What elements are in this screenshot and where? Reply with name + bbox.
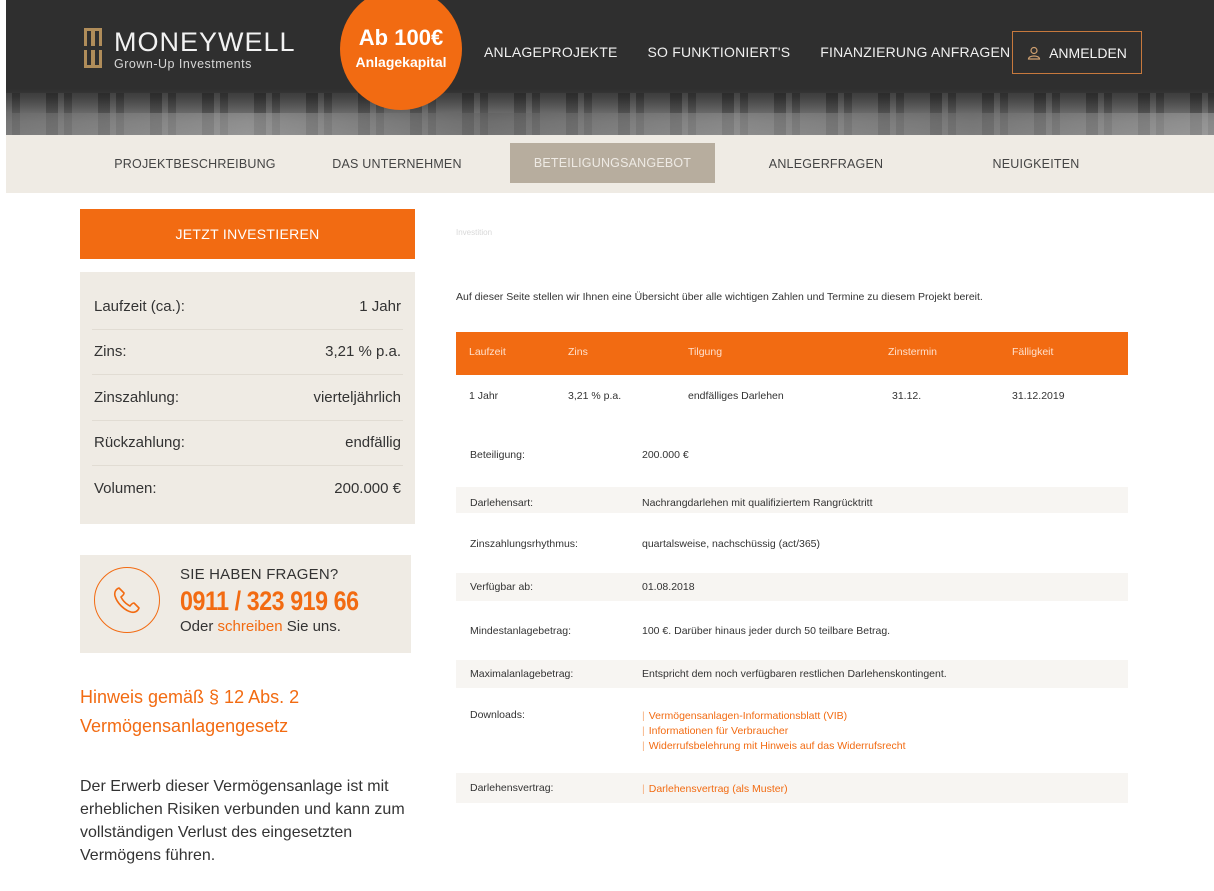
tab-neuigkeiten[interactable]: NEUIGKEITEN	[986, 135, 1086, 193]
table-cell: 31.12.	[892, 390, 922, 402]
detail-row-downloads: Downloads: | Vermögensanlagen-Information…	[456, 709, 1128, 759]
nav-so-funktionierts[interactable]: SO FUNKTIONIERT'S	[648, 44, 791, 60]
fact-row: Zins: 3,21 % p.a.	[92, 330, 403, 375]
fact-label: Laufzeit (ca.):	[94, 297, 185, 315]
legal-notice-title: Hinweis gemäß § 12 Abs. 2 Vermögensanlag…	[80, 687, 300, 736]
write-us-link[interactable]: schreiben	[218, 618, 283, 635]
detail-row: Beteiligung: 200.000 €	[456, 449, 1128, 469]
legal-notice-body: Der Erwerb dieser Vermögensanlage ist mi…	[80, 778, 405, 864]
download-link-label: Informationen für Verbraucher	[648, 725, 789, 737]
invest-now-button[interactable]: JETZT INVESTIEREN	[80, 209, 415, 259]
fact-label: Volumen:	[94, 480, 157, 498]
download-icon: |	[642, 783, 645, 795]
tab-das-unternehmen[interactable]: DAS UNTERNEHMEN	[328, 135, 466, 193]
detail-value: 01.08.2018	[642, 581, 695, 593]
column-header: Zins	[568, 346, 588, 358]
fact-value: 1 Jahr	[359, 297, 401, 315]
downloads-list: | Vermögensanlagen-Informationsblatt (VIB…	[642, 709, 906, 754]
login-button[interactable]: ANMELDEN	[1012, 31, 1142, 74]
download-link[interactable]: | Widerrufsbelehrung mit Hinweis auf das …	[642, 739, 906, 754]
fact-label: Rückzahlung:	[94, 434, 185, 452]
write-post: Sie uns.	[282, 618, 341, 635]
logo-mark-icon	[84, 28, 102, 72]
contact-phone-number[interactable]: 0911 / 323 919 66	[180, 586, 359, 617]
phone-icon[interactable]	[94, 567, 160, 633]
user-icon	[1027, 46, 1041, 60]
detail-value: 200.000 €	[642, 449, 689, 461]
column-header: Tilgung	[688, 346, 723, 358]
nav-anlageprojekte[interactable]: ANLAGEPROJEKTE	[484, 44, 618, 60]
detail-value: Nachrangdarlehen mit qualifiziertem Rang…	[642, 497, 873, 509]
contact-question: SIE HABEN FRAGEN?	[180, 566, 339, 583]
detail-label: Darlehensvertrag:	[470, 782, 554, 794]
detail-row: Mindestanlagebetrag: 100 €. Darüber hina…	[456, 625, 1128, 645]
tab-anlegerfragen[interactable]: ANLEGERFRAGEN	[766, 135, 886, 193]
header-background-image-bottom	[6, 113, 1214, 135]
contract-link-label: Darlehensvertrag (als Muster)	[648, 783, 788, 795]
fact-value: endfällig	[345, 434, 401, 452]
detail-value: quartalsweise, nachschüssig (act/365)	[642, 538, 821, 550]
contact-box: SIE HABEN FRAGEN? 0911 / 323 919 66 Oder…	[80, 555, 411, 653]
logo-name: MONEYWELL	[114, 27, 296, 57]
fact-row: Rückzahlung: endfällig	[92, 421, 403, 466]
detail-value: 100 €. Darüber hinaus jeder durch 50 tei…	[642, 625, 891, 637]
detail-label: Downloads:	[470, 709, 525, 721]
download-link[interactable]: | Vermögensanlagen-Informationsblatt (VIB…	[642, 709, 906, 724]
download-link-label: Widerrufsbelehrung mit Hinweis auf das W…	[648, 740, 906, 752]
table-cell: endfälliges Darlehen	[688, 390, 784, 402]
table-cell: 31.12.2019	[1012, 390, 1065, 402]
badge-label: Anlagekapital	[355, 54, 447, 70]
key-facts-panel: Laufzeit (ca.): 1 Jahr Zins: 3,21 % p.a.…	[80, 272, 415, 524]
download-icon: |	[642, 710, 645, 722]
detail-row: Verfügbar ab: 01.08.2018	[456, 573, 1128, 601]
overview-table: Laufzeit Zins Tilgung Zinstermin Fälligk…	[456, 332, 1128, 423]
detail-label: Maximalanlagebetrag:	[470, 668, 574, 680]
fact-row: Zinszahlung: vierteljährlich	[92, 375, 403, 421]
fact-label: Zins:	[94, 343, 127, 361]
table-cell: 1 Jahr	[469, 390, 499, 402]
fact-label: Zinszahlung:	[94, 388, 180, 406]
login-label: ANMELDEN	[1049, 44, 1127, 61]
detail-label: Zinszahlungsrhythmus:	[470, 538, 578, 550]
logo-tagline: Grown-Up Investments	[114, 57, 252, 71]
column-header: Laufzeit	[469, 346, 506, 358]
detail-label: Mindestanlagebetrag:	[470, 625, 571, 637]
fact-row: Volumen: 200.000 €	[92, 466, 403, 512]
download-icon: |	[642, 725, 645, 737]
detail-label: Verfügbar ab:	[470, 581, 534, 593]
download-link[interactable]: | Informationen für Verbraucher	[642, 724, 906, 739]
badge-amount: Ab 100€	[358, 25, 444, 50]
download-icon: |	[642, 740, 645, 752]
main-nav: ANLAGEPROJEKTE SO FUNKTIONIERT'S FINANZI…	[484, 44, 1040, 60]
contract-download-link[interactable]: | Darlehensvertrag (als Muster)	[642, 782, 788, 797]
fact-value: vierteljährlich	[313, 388, 401, 406]
detail-row-contract: Darlehensvertrag: | Darlehensvertrag (als…	[456, 773, 1128, 803]
write-pre: Oder	[180, 618, 218, 635]
table-cell: 3,21 % p.a.	[568, 390, 622, 402]
tab-beteiligungsangebot[interactable]: BETEILIGUNGSANGEBOT	[510, 143, 715, 183]
column-header: Zinstermin	[888, 346, 938, 358]
tab-projektbeschreibung[interactable]: PROJEKTBESCHREIBUNG	[111, 135, 279, 193]
fact-value: 3,21 % p.a.	[325, 343, 401, 361]
table-row: 1 Jahr 3,21 % p.a. endfälliges Darlehen …	[456, 375, 1128, 423]
detail-row: Maximalanlagebetrag: Entspricht dem noch…	[456, 660, 1128, 688]
fact-row: Laufzeit (ca.): 1 Jahr	[92, 284, 403, 330]
nav-finanzierung-anfragen[interactable]: FINANZIERUNG ANFRAGEN	[820, 44, 1010, 60]
detail-label: Darlehensart:	[470, 497, 534, 509]
detail-label: Beteiligung:	[470, 449, 525, 461]
detail-row: Zinszahlungsrhythmus: quartalsweise, nac…	[456, 538, 1128, 558]
intro-text: Auf dieser Seite stellen wir Ihnen eine …	[456, 291, 983, 303]
column-header: Fälligkeit	[1012, 346, 1054, 358]
detail-row: Darlehensart: Nachrangdarlehen mit quali…	[456, 487, 1128, 513]
breadcrumb[interactable]: Investition	[456, 228, 492, 237]
table-header: Laufzeit Zins Tilgung Zinstermin Fälligk…	[456, 332, 1128, 375]
fact-value: 200.000 €	[334, 480, 401, 498]
logo[interactable]: MONEYWELL Grown-Up Investments	[84, 28, 296, 72]
download-link-label: Vermögensanlagen-Informationsblatt (VIB)	[648, 710, 848, 722]
section-tabs: PROJEKTBESCHREIBUNG DAS UNTERNEHMEN BETE…	[6, 135, 1214, 193]
contact-write-line: Oder schreiben Sie uns.	[180, 618, 341, 635]
detail-value: Entspricht dem noch verfügbaren restlich…	[642, 668, 947, 680]
